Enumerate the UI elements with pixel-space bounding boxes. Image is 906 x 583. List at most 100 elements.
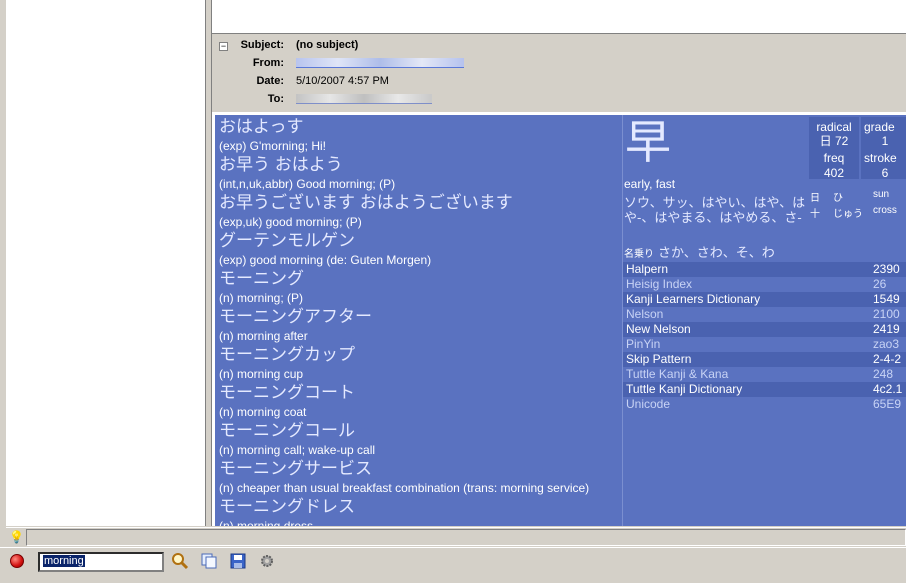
entry-word: おはよっす	[219, 117, 304, 136]
dictionary-ref-row: Nelson 2100	[623, 307, 906, 322]
radical-label: radical	[816, 120, 852, 134]
status-bar: 💡	[6, 527, 906, 546]
search-input-value[interactable]: morning	[43, 555, 85, 567]
strokes-label: stroke	[864, 151, 897, 165]
to-row: To:	[212, 91, 902, 107]
kanji-nanori: 名乗り さか、さわ、そ、わ	[624, 242, 775, 261]
entry-word: モーニングカップ	[219, 345, 355, 364]
folder-pane[interactable]	[6, 0, 206, 526]
dictionary-popup: おはよっす (exp) G'morning; Hi! お早う おはよう (int,n,…	[215, 115, 906, 526]
dictionary-ref-name: Tuttle Kanji & Kana	[626, 367, 729, 381]
entry-word: モーニングコート	[219, 383, 355, 402]
radical-value: 日 72	[819, 134, 849, 148]
kanji-part-en: cross	[873, 205, 897, 216]
dictionary-ref-value: 26	[873, 277, 887, 291]
dictionary-ref-value: 2419	[873, 322, 900, 336]
entry-word: モーニングコール	[219, 421, 355, 440]
dictionary-ref-name: Skip Pattern	[626, 352, 692, 366]
kanji-meaning: early, fast	[624, 177, 676, 191]
to-value[interactable]	[296, 91, 432, 107]
freq-value: 402	[823, 166, 845, 180]
dictionary-ref-value: 248	[873, 367, 894, 381]
entry-definition: (n) morning cup	[219, 367, 304, 381]
dictionary-ref-name: Halpern	[626, 262, 669, 276]
entry-definition: (n) morning after	[219, 329, 308, 343]
entry-word: モーニング	[219, 269, 304, 288]
entry-definition: (exp,uk) good morning; (P)	[219, 215, 362, 229]
dictionary-ref-value: 4c2.1	[873, 382, 903, 396]
date-value: 5/10/2007 4:57 PM	[296, 75, 389, 87]
dictionary-ref-row: PinYin zao3	[623, 337, 906, 352]
subject-row: Subject: (no subject)	[212, 37, 902, 53]
dictionary-ref-value: 1549	[873, 292, 900, 306]
dictionary-ref-row: Heisig Index 26	[623, 277, 906, 292]
redacted-recipient[interactable]	[296, 94, 432, 105]
app-window: − Subject: (no subject) From: Date: 5/10…	[0, 0, 906, 583]
dictionary-ref-row: Tuttle Kanji Dictionary 4c2.1	[623, 382, 906, 397]
dictionary-ref-value: zao3	[873, 337, 900, 351]
date-row: Date: 5/10/2007 4:57 PM	[212, 73, 902, 89]
entry-word: お早う おはよう	[219, 155, 343, 174]
kanji-part-reading: ひ	[833, 193, 843, 204]
entry-word: お早うございます おはようございます	[219, 193, 513, 212]
search-input[interactable]: morning	[38, 552, 164, 572]
entry-definition: (n) morning call; wake-up call	[219, 443, 376, 457]
date-label: Date:	[256, 75, 284, 87]
from-value[interactable]	[296, 55, 464, 71]
magnifier-icon[interactable]	[170, 552, 190, 572]
entry-definition: (n) morning; (P)	[219, 291, 304, 305]
nanori-value: さか、さわ、そ、わ	[658, 245, 775, 260]
entry-definition: (exp) good morning (de: Guten Morgen)	[219, 253, 432, 267]
kanji-part-en: sun	[873, 189, 890, 200]
bottom-toolbar: morning	[0, 547, 906, 575]
to-label: To:	[267, 93, 284, 105]
entry-definition: (n) morning coat	[219, 405, 307, 419]
gear-icon[interactable]	[257, 552, 277, 572]
stop-icon[interactable]	[10, 554, 24, 568]
dictionary-references: Halpern 2390 Heisig Index 26 Kanji Learners …	[623, 262, 906, 412]
message-body: おはよっす (exp) G'morning; Hi! お早う おはよう (int,n,…	[212, 112, 906, 526]
grade-label: grade	[864, 120, 895, 134]
dictionary-ref-row: New Nelson 2419	[623, 322, 906, 337]
copy-icon[interactable]	[199, 552, 219, 572]
entry-definition: (n) morning dress	[219, 519, 314, 526]
entry-word: モーニングドレス	[219, 497, 355, 516]
kanji-part-kanji: 日	[810, 193, 820, 204]
from-label: From:	[252, 57, 284, 69]
dictionary-ref-row: Halpern 2390	[623, 262, 906, 277]
dictionary-ref-name: Heisig Index	[626, 277, 693, 291]
entry-definition: (int,n,uk,abbr) Good morning; (P)	[219, 177, 396, 191]
lightbulb-icon[interactable]: 💡	[9, 530, 24, 545]
kanji-character: 早	[625, 115, 671, 169]
dictionary-ref-row: Unicode 65E9	[623, 397, 906, 412]
subject-label: Subject:	[240, 39, 284, 51]
dictionary-ref-row: Kanji Learners Dictionary 1549	[623, 292, 906, 307]
dictionary-ref-value: 2390	[873, 262, 900, 276]
redacted-sender[interactable]	[296, 58, 464, 69]
subject-value: (no subject)	[296, 39, 359, 51]
strokes-value: 6	[881, 166, 889, 180]
status-panel	[26, 529, 906, 546]
freq-label: freq	[823, 151, 845, 165]
message-list[interactable]	[212, 0, 906, 34]
nanori-label: 名乗り	[624, 249, 654, 260]
entry-word: モーニングアフター	[219, 307, 372, 326]
message-header: − Subject: (no subject) From: Date: 5/10…	[212, 36, 906, 111]
dictionary-ref-name: Nelson	[626, 307, 664, 321]
dictionary-ref-name: New Nelson	[626, 322, 691, 336]
kanji-part-kanji: 十	[810, 209, 820, 220]
from-row: From:	[212, 55, 902, 71]
dictionary-ref-name: PinYin	[626, 337, 661, 351]
dictionary-ref-row: Skip Pattern 2-4-2	[623, 352, 906, 367]
grade-value: 1	[881, 134, 889, 148]
floppy-save-icon[interactable]	[228, 552, 248, 572]
entry-definition: (exp) G'morning; Hi!	[219, 139, 326, 153]
dictionary-ref-value: 65E9	[873, 397, 902, 411]
dictionary-ref-value: 2-4-2	[873, 352, 902, 366]
word-entries: おはよっす (exp) G'morning; Hi! お早う おはよう (int,n,…	[219, 117, 621, 526]
entry-word: グーテンモルゲン	[219, 231, 355, 250]
entry-definition: (n) cheaper than usual breakfast combina…	[219, 481, 590, 495]
dictionary-ref-name: Tuttle Kanji Dictionary	[626, 382, 743, 396]
dictionary-ref-name: Kanji Learners Dictionary	[626, 292, 761, 306]
kanji-part-reading: じゅう	[833, 209, 863, 220]
